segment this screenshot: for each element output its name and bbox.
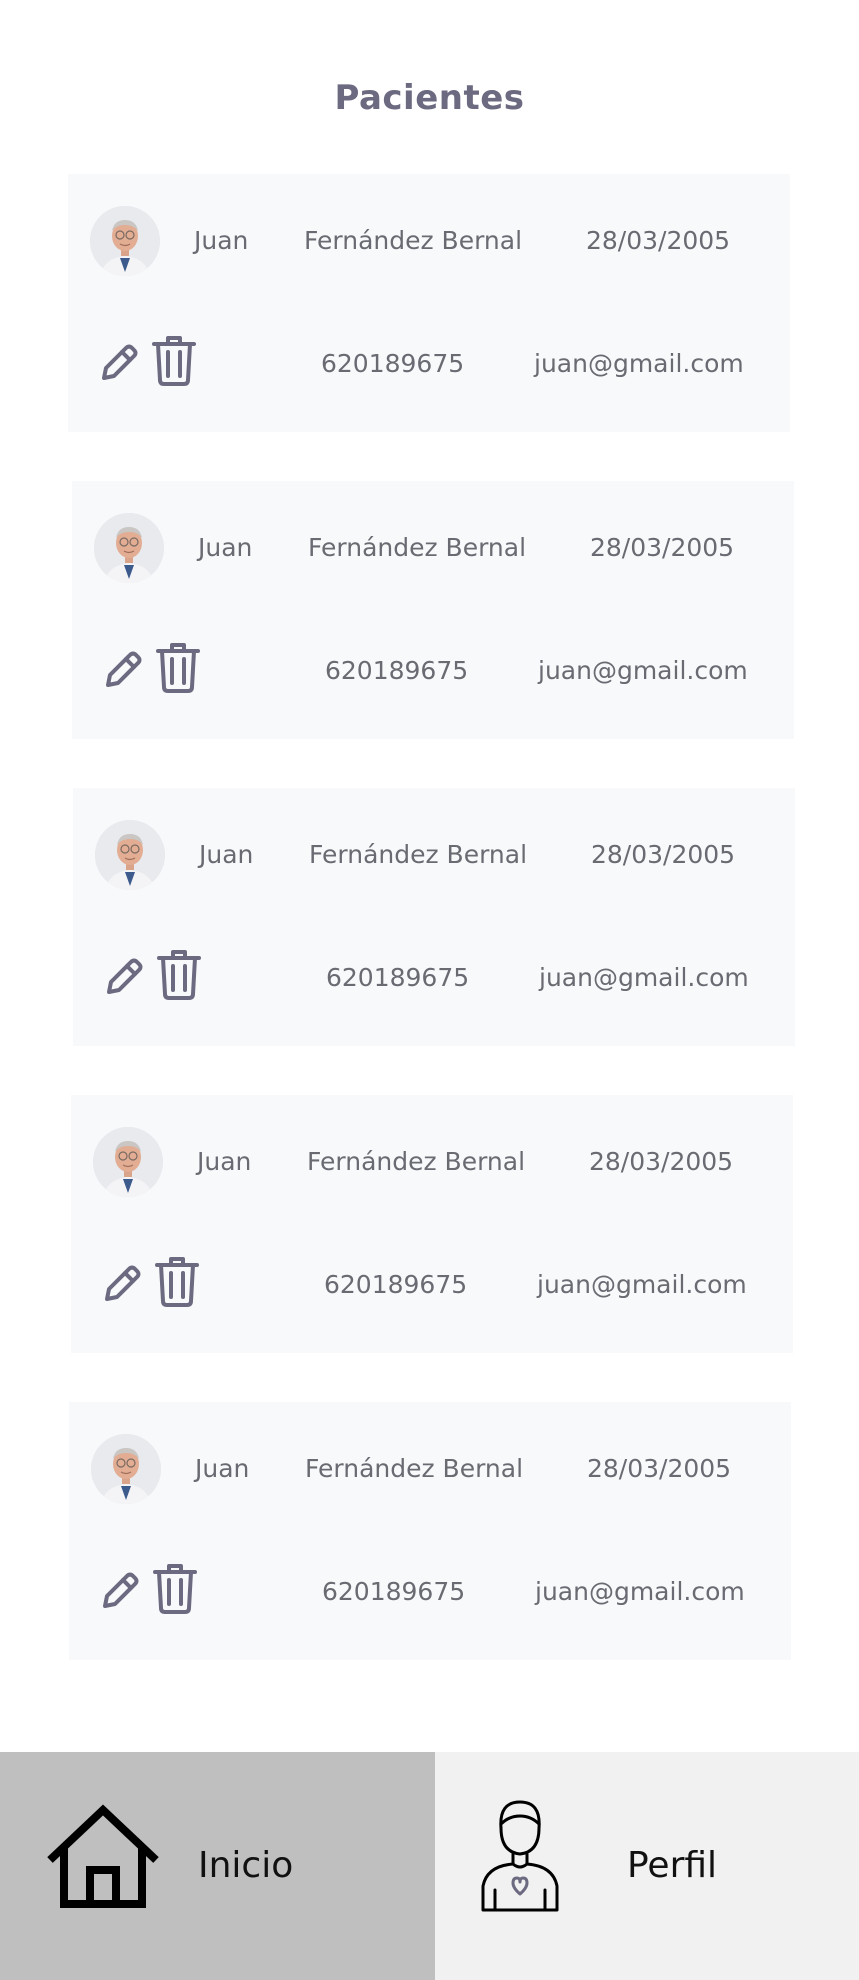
patient-first-name: Juan [194, 226, 249, 255]
patient-avatar [94, 513, 164, 583]
patient-phone: 620189675 [324, 1270, 468, 1299]
nav-label-home: Inicio [198, 1845, 294, 1886]
patient-last-name: Fernández Bernal [305, 1454, 524, 1483]
nav-item-profile[interactable]: Perfil [435, 1752, 859, 1980]
patient-phone: 620189675 [326, 963, 470, 992]
nav-label-profile: Perfil [627, 1845, 718, 1886]
patient-email: juan@gmail.com [535, 1577, 745, 1606]
patient-birth-date: 28/03/2005 [590, 533, 735, 562]
patient-first-name: Juan [197, 1147, 252, 1176]
patient-card: Juan Fernández Bernal 28/03/2005 6201896… [71, 1095, 793, 1353]
pencil-icon[interactable] [101, 954, 147, 1000]
patient-avatar [91, 1434, 161, 1504]
bottom-nav: Inicio Perfil [0, 1752, 859, 1980]
patient-first-name: Juan [199, 840, 254, 869]
trash-icon[interactable] [153, 1255, 201, 1309]
patient-phone: 620189675 [321, 349, 465, 378]
trash-icon[interactable] [154, 641, 202, 695]
patient-first-name: Juan [198, 533, 253, 562]
patient-first-name: Juan [195, 1454, 250, 1483]
user-heart-icon [475, 1794, 565, 1914]
patient-phone: 620189675 [325, 656, 469, 685]
patient-birth-date: 28/03/2005 [589, 1147, 734, 1176]
patient-email: juan@gmail.com [537, 1270, 747, 1299]
patient-card: Juan Fernández Bernal 28/03/2005 6201896… [73, 788, 795, 1046]
patient-last-name: Fernández Bernal [308, 533, 527, 562]
pencil-icon[interactable] [99, 1261, 145, 1307]
patient-avatar [93, 1127, 163, 1197]
patient-email: juan@gmail.com [538, 656, 748, 685]
trash-icon[interactable] [155, 948, 203, 1002]
patient-avatar [90, 206, 160, 276]
patient-card: Juan Fernández Bernal 28/03/2005 6201896… [72, 481, 794, 739]
patient-birth-date: 28/03/2005 [591, 840, 736, 869]
patient-birth-date: 28/03/2005 [587, 1454, 732, 1483]
patient-avatar [95, 820, 165, 890]
patient-email: juan@gmail.com [539, 963, 749, 992]
nav-item-home[interactable]: Inicio [0, 1752, 435, 1980]
trash-icon[interactable] [150, 334, 198, 388]
patient-last-name: Fernández Bernal [309, 840, 528, 869]
pencil-icon[interactable] [97, 1568, 143, 1614]
patient-email: juan@gmail.com [534, 349, 744, 378]
patient-phone: 620189675 [322, 1577, 466, 1606]
page-title: Pacientes [334, 78, 525, 118]
patient-last-name: Fernández Bernal [304, 226, 523, 255]
patient-last-name: Fernández Bernal [307, 1147, 526, 1176]
home-icon [44, 1802, 162, 1912]
pencil-icon[interactable] [96, 340, 142, 386]
patient-birth-date: 28/03/2005 [586, 226, 731, 255]
trash-icon[interactable] [151, 1562, 199, 1616]
patient-card: Juan Fernández Bernal 28/03/2005 6201896… [69, 1402, 791, 1660]
patient-card: Juan Fernández Bernal 28/03/2005 6201896… [68, 174, 790, 432]
pencil-icon[interactable] [100, 647, 146, 693]
